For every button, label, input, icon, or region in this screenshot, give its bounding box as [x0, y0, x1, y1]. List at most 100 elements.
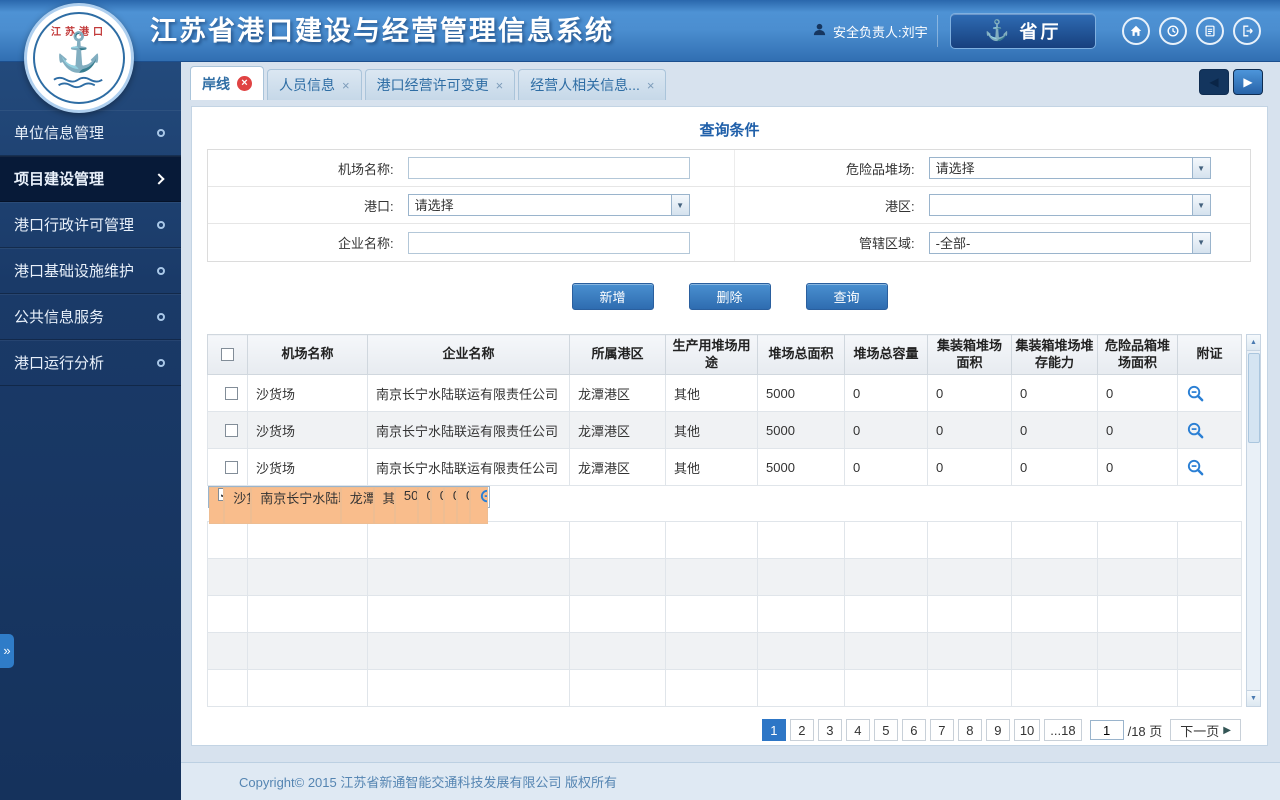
attachment-zoom-icon[interactable]	[1186, 458, 1205, 477]
page-button-5[interactable]: 5	[873, 719, 898, 741]
row-checkbox[interactable]	[225, 423, 238, 437]
logout-icon[interactable]	[1233, 17, 1261, 45]
table-row-empty	[207, 595, 1242, 633]
sidebar-item-label: 港口行政许可管理	[14, 217, 135, 234]
table-row[interactable]: 沙货场 南京长宁水陆联运有限责任公司 龙潭港区 其他 5000 0 0 0 0	[207, 411, 1242, 449]
tab-personnel[interactable]: 人员信息 ×	[267, 69, 362, 100]
dropdown-arrow-icon[interactable]	[1191, 232, 1210, 253]
row-checkbox-checked[interactable]: ✓	[217, 488, 224, 501]
sidebar-item-admin-license[interactable]: 港口行政许可管理	[0, 202, 181, 248]
query-row: 企业名称: 管辖区域: -全部-	[208, 224, 1250, 261]
tab-scroll-right-button[interactable]: ▶	[1233, 69, 1263, 95]
port-label: 港口:	[364, 198, 394, 214]
tab-license-change[interactable]: 港口经营许可变更 ×	[364, 69, 516, 100]
tab-label: 经营人相关信息...	[530, 77, 640, 93]
cell: 5000	[394, 487, 418, 524]
circle-indicator-icon	[157, 221, 165, 229]
page-button-7[interactable]: 7	[929, 719, 954, 741]
page-button-4[interactable]: 4	[845, 719, 870, 741]
notepad-icon[interactable]	[1196, 17, 1224, 45]
page-button-10[interactable]: 10	[1013, 719, 1041, 741]
table-scrollbar[interactable]: ▲ ▼	[1246, 334, 1261, 707]
circle-indicator-icon	[157, 129, 165, 137]
page-button-3[interactable]: 3	[817, 719, 842, 741]
attachment-zoom-icon[interactable]	[1186, 421, 1205, 440]
tab-close-icon[interactable]: ×	[237, 76, 252, 91]
sidebar-collapse-handle[interactable]: »	[0, 634, 14, 668]
enterprise-name-label: 企业名称:	[338, 236, 394, 251]
table-row[interactable]: 沙货场 南京长宁水陆联运有限责任公司 龙潭港区 其他 5000 0 0 0 0	[207, 448, 1242, 486]
tab-scroll-left-button[interactable]: ◀	[1199, 69, 1229, 95]
scroll-up-icon[interactable]: ▲	[1247, 335, 1260, 351]
table-row[interactable]: 沙货场 南京长宁水陆联运有限责任公司 龙潭港区 其他 5000 0 0 0 0	[207, 374, 1242, 412]
port-area-select[interactable]	[928, 194, 1211, 216]
tab-close-icon[interactable]: ×	[496, 79, 504, 92]
circle-indicator-icon	[157, 267, 165, 275]
sidebar-item-label: 港口运行分析	[14, 355, 105, 372]
tab-operator-info[interactable]: 经营人相关信息... ×	[518, 69, 667, 100]
chevron-right-icon	[153, 173, 165, 185]
cell: 5000	[757, 411, 845, 449]
home-icon[interactable]	[1122, 17, 1150, 45]
hazard-yard-select[interactable]: 请选择	[928, 157, 1211, 179]
tab-label: 人员信息	[279, 77, 335, 93]
region-label: 管辖区域:	[859, 236, 915, 251]
page-button-6[interactable]: 6	[901, 719, 926, 741]
search-button[interactable]: 查询	[805, 283, 888, 310]
sidebar-item-unit-info[interactable]: 单位信息管理	[0, 110, 181, 156]
port-select[interactable]: 请选择	[407, 194, 690, 216]
scrollbar-track[interactable]	[1247, 351, 1260, 690]
cell: 南京长宁水陆联运有限责任公司	[367, 411, 570, 449]
airport-name-input[interactable]	[407, 157, 690, 179]
port-area-label: 港区:	[885, 198, 915, 214]
province-hall-button[interactable]: ⚓ 省厅	[950, 13, 1096, 49]
pagination: 1 2 3 4 5 6 7 8 9 10 ...18 /18 页 下一页 ▶	[761, 719, 1241, 741]
enterprise-name-input[interactable]	[407, 231, 690, 254]
cell: 0	[443, 487, 458, 524]
cell: 沙货场	[224, 487, 252, 524]
row-checkbox[interactable]	[225, 460, 238, 474]
footer: Copyright© 2015 江苏省新通智能交通科技发展有限公司 版权所有	[181, 762, 1280, 800]
add-button[interactable]: 新增	[571, 283, 654, 310]
select-all-checkbox[interactable]	[221, 348, 234, 361]
sidebar-item-project-construction[interactable]: 项目建设管理	[0, 156, 181, 202]
page-button-2[interactable]: 2	[789, 719, 814, 741]
cell: 0	[927, 411, 1012, 449]
table-row-selected[interactable]: ✓ 沙货场 南京长宁水陆联运有限责任公司 龙潭港区 其他 5000 0 0 0 …	[207, 486, 490, 524]
table-header-row: 机场名称 企业名称 所属港区 生产用堆场用途 堆场总面积 堆场总容量 集装箱堆场…	[207, 334, 1242, 375]
page-button-1[interactable]: 1	[761, 719, 786, 741]
user-icon	[812, 22, 827, 40]
clock-icon[interactable]	[1159, 17, 1187, 45]
sidebar-item-label: 公共信息服务	[14, 309, 105, 326]
attachment-zoom-icon[interactable]	[479, 488, 488, 507]
dropdown-arrow-icon[interactable]	[1191, 195, 1210, 215]
cell: 龙潭港区	[569, 448, 666, 486]
airport-name-label: 机场名称:	[338, 161, 394, 177]
next-page-button[interactable]: 下一页 ▶	[1170, 719, 1241, 741]
sidebar-item-infrastructure[interactable]: 港口基础设施维护	[0, 248, 181, 294]
sidebar-item-public-info[interactable]: 公共信息服务	[0, 294, 181, 340]
main-content: 岸线 × 人员信息 × 港口经营许可变更 × 经营人相关信息... × ◀ ▶ …	[181, 62, 1280, 762]
results-table-wrap: 机场名称 企业名称 所属港区 生产用堆场用途 堆场总面积 堆场总容量 集装箱堆场…	[207, 334, 1261, 707]
delete-button[interactable]: 删除	[688, 283, 771, 310]
dropdown-arrow-icon[interactable]	[1191, 158, 1210, 178]
tab-close-icon[interactable]: ×	[342, 79, 350, 92]
sidebar-item-operation-analysis[interactable]: 港口运行分析	[0, 340, 181, 386]
region-select[interactable]: -全部-	[928, 231, 1211, 254]
cell: 龙潭港区	[569, 374, 666, 412]
page-input[interactable]	[1089, 720, 1124, 740]
scroll-down-icon[interactable]: ▼	[1247, 690, 1260, 706]
tab-close-icon[interactable]: ×	[647, 79, 655, 92]
col-total-capacity: 堆场总容量	[844, 334, 928, 375]
cell: 沙货场	[247, 411, 368, 449]
page-button-more[interactable]: ...18	[1044, 719, 1082, 741]
table-row-empty	[207, 632, 1242, 670]
row-checkbox[interactable]	[225, 386, 238, 400]
scrollbar-thumb[interactable]	[1248, 353, 1260, 443]
attachment-zoom-icon[interactable]	[1186, 384, 1205, 403]
page-button-8[interactable]: 8	[957, 719, 982, 741]
tab-shoreline[interactable]: 岸线 ×	[190, 66, 264, 100]
cell: 0	[927, 448, 1012, 486]
dropdown-arrow-icon[interactable]	[670, 195, 689, 215]
page-button-9[interactable]: 9	[985, 719, 1010, 741]
